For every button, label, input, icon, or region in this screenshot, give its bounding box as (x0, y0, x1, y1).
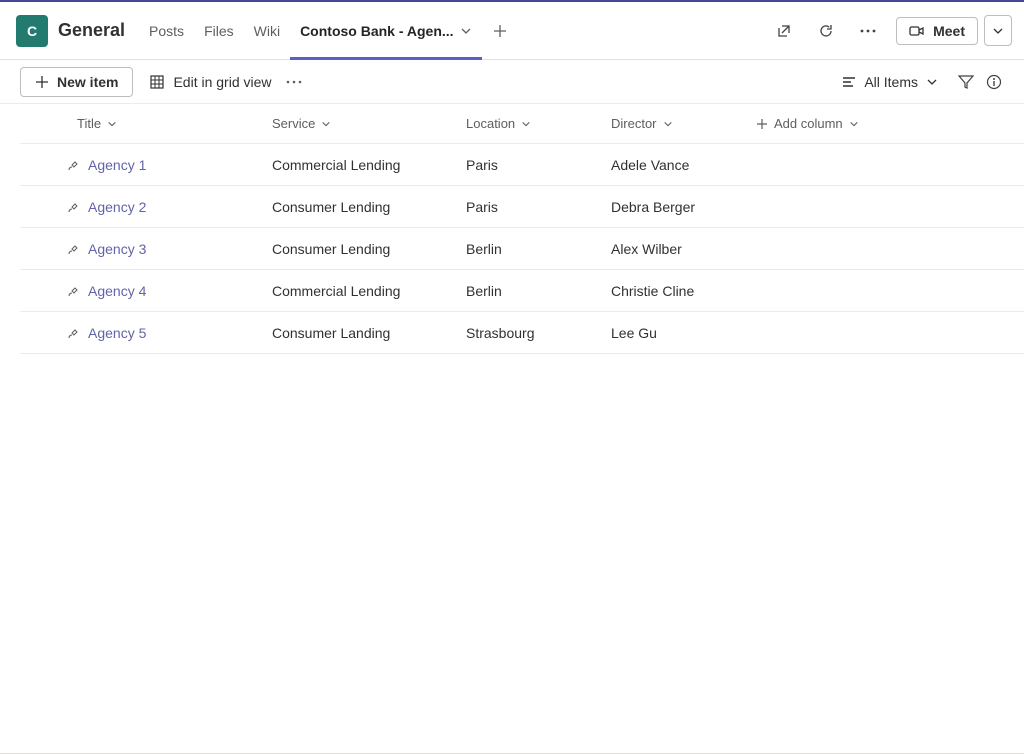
item-type-icon (68, 161, 78, 171)
tab-label: Wiki (254, 23, 280, 39)
chevron-down-icon (107, 119, 117, 129)
info-icon (986, 74, 1002, 90)
tab-files[interactable]: Files (194, 2, 244, 59)
cell-service: Consumer Lending (272, 241, 466, 257)
list-lines-icon (842, 75, 856, 89)
item-title-link[interactable]: Agency 3 (88, 241, 146, 257)
column-header-director[interactable]: Director (611, 116, 756, 131)
meet-label: Meet (933, 23, 965, 39)
column-label: Title (77, 116, 101, 131)
plus-icon (35, 75, 49, 89)
cell-director: Debra Berger (611, 199, 756, 215)
item-type-icon (68, 329, 78, 339)
chevron-down-icon (992, 25, 1004, 37)
popout-button[interactable] (770, 17, 798, 45)
popout-icon (776, 23, 792, 39)
tab-wiki[interactable]: Wiki (244, 2, 290, 59)
ellipsis-icon (860, 29, 876, 33)
header-actions: Meet (770, 15, 1012, 46)
team-avatar[interactable]: C (16, 15, 48, 47)
filter-button[interactable] (952, 68, 980, 96)
cell-service: Commercial Lending (272, 157, 466, 173)
meet-button[interactable]: Meet (896, 17, 978, 45)
item-type-icon (68, 203, 78, 213)
reload-button[interactable] (812, 17, 840, 45)
meet-options-button[interactable] (984, 15, 1012, 46)
cell-director: Adele Vance (611, 157, 756, 173)
tab-strip: Posts Files Wiki Contoso Bank - Agen... (139, 2, 518, 59)
filter-icon (958, 74, 974, 90)
cell-director: Christie Cline (611, 283, 756, 299)
chevron-down-icon (849, 119, 859, 129)
edit-in-grid-label: Edit in grid view (173, 74, 271, 90)
info-button[interactable] (980, 68, 1008, 96)
table-row[interactable]: Agency 2 Consumer Lending Paris Debra Be… (20, 186, 1024, 228)
reload-icon (818, 23, 834, 39)
column-label: Location (466, 116, 515, 131)
item-title-link[interactable]: Agency 1 (88, 157, 146, 173)
tab-label: Contoso Bank - Agen... (300, 23, 453, 39)
column-header-title[interactable]: Title (20, 116, 272, 131)
more-commands-button[interactable] (286, 80, 302, 84)
cell-location: Paris (466, 199, 611, 215)
add-column-button[interactable]: Add column (756, 116, 916, 131)
column-header-service[interactable]: Service (272, 116, 466, 131)
new-item-label: New item (57, 74, 118, 90)
ellipsis-icon (286, 80, 302, 84)
channel-title: General (58, 20, 125, 41)
plus-icon (756, 118, 768, 130)
cell-director: Alex Wilber (611, 241, 756, 257)
channel-header: C General Posts Files Wiki Contoso Bank … (0, 2, 1024, 60)
cell-service: Consumer Lending (272, 199, 466, 215)
more-options-button[interactable] (854, 17, 882, 45)
item-title-link[interactable]: Agency 5 (88, 325, 146, 341)
plus-icon (492, 23, 508, 39)
edit-in-grid-button[interactable]: Edit in grid view (149, 74, 271, 90)
chevron-down-icon (926, 76, 938, 88)
video-icon (909, 23, 925, 39)
table-row[interactable]: Agency 5 Consumer Landing Strasbourg Lee… (20, 312, 1024, 354)
command-bar: New item Edit in grid view All Items (0, 60, 1024, 104)
cell-location: Strasbourg (466, 325, 611, 341)
item-title-link[interactable]: Agency 4 (88, 283, 146, 299)
cell-director: Lee Gu (611, 325, 756, 341)
add-tab-button[interactable] (482, 23, 518, 39)
column-headers: Title Service Location Director Add colu… (20, 104, 1024, 144)
view-name: All Items (864, 74, 918, 90)
column-header-location[interactable]: Location (466, 116, 611, 131)
table-row[interactable]: Agency 3 Consumer Lending Berlin Alex Wi… (20, 228, 1024, 270)
tab-sharepoint-list[interactable]: Contoso Bank - Agen... (290, 2, 481, 59)
new-item-button[interactable]: New item (20, 67, 133, 97)
item-type-icon (68, 245, 78, 255)
cell-location: Berlin (466, 241, 611, 257)
table-row[interactable]: Agency 1 Commercial Lending Paris Adele … (20, 144, 1024, 186)
cell-service: Consumer Landing (272, 325, 466, 341)
table-row[interactable]: Agency 4 Commercial Lending Berlin Chris… (20, 270, 1024, 312)
item-type-icon (68, 287, 78, 297)
chevron-down-icon (521, 119, 531, 129)
tab-label: Files (204, 23, 234, 39)
add-column-label: Add column (774, 116, 843, 131)
tab-posts[interactable]: Posts (139, 2, 194, 59)
chevron-down-icon (663, 119, 673, 129)
cell-service: Commercial Lending (272, 283, 466, 299)
view-selector[interactable]: All Items (842, 74, 938, 90)
column-label: Service (272, 116, 315, 131)
cell-location: Berlin (466, 283, 611, 299)
chevron-down-icon[interactable] (460, 25, 472, 37)
item-title-link[interactable]: Agency 2 (88, 199, 146, 215)
grid-icon (149, 74, 165, 90)
list-view: Title Service Location Director Add colu… (0, 104, 1024, 354)
cell-location: Paris (466, 157, 611, 173)
chevron-down-icon (321, 119, 331, 129)
tab-label: Posts (149, 23, 184, 39)
column-label: Director (611, 116, 657, 131)
